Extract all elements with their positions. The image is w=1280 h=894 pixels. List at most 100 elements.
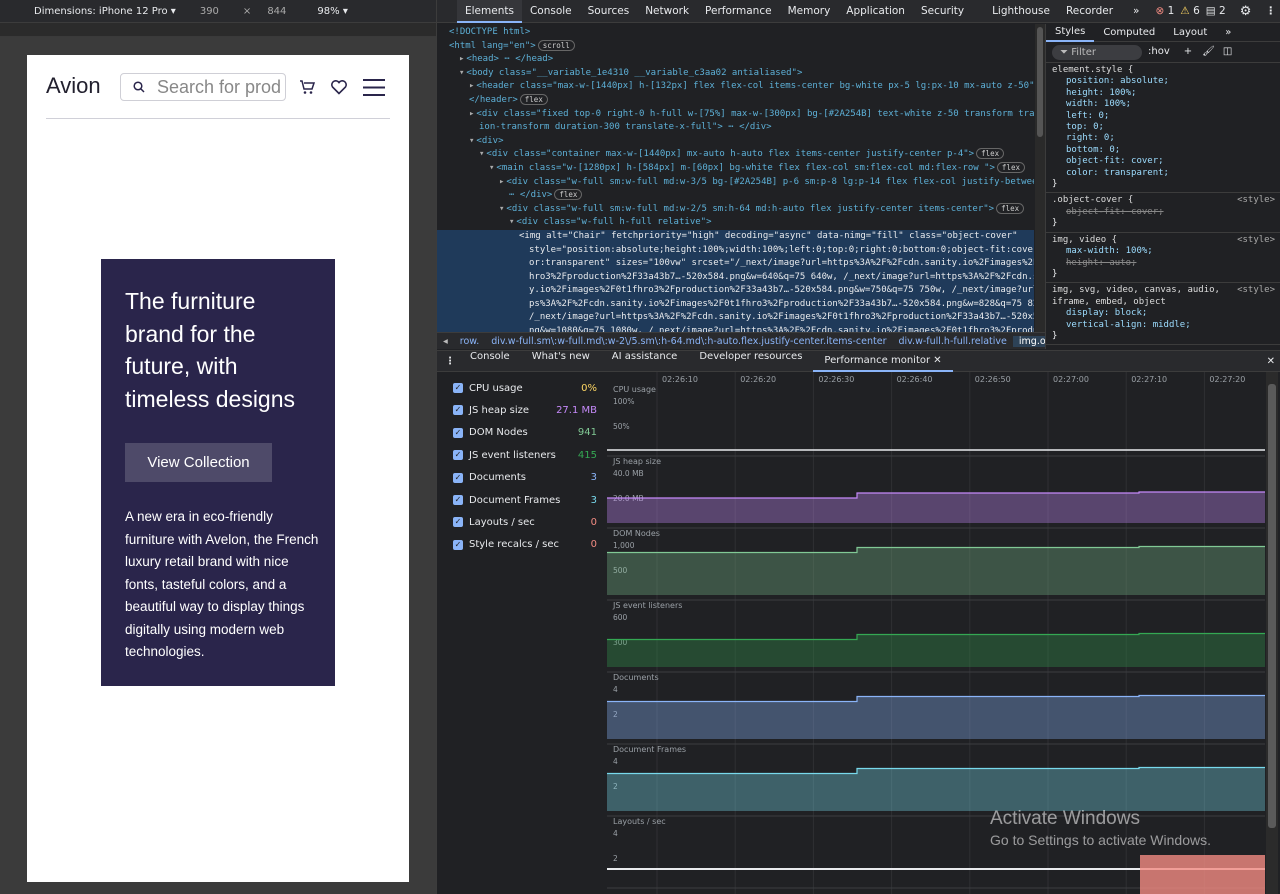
drawer-tab[interactable]: What's new [521,351,601,372]
device-select[interactable]: Dimensions: iPhone 12 Pro ▾ [34,6,176,17]
metric-style-recalcs-sec[interactable]: ✓ Style recalcs / sec 0 [453,536,601,554]
dom-node-line[interactable]: ▾ <main class="w-[1280px] h-[584px] m-[60… [437,161,1034,176]
hov-toggle[interactable]: :hov [1148,46,1170,57]
dom-node-line[interactable]: ▸ <div class="w-full sm:w-full md:w-3/5 b… [437,176,1034,190]
flex-badge[interactable]: flex [996,161,1025,173]
expand-toggle-icon[interactable]: ▾ [459,68,464,78]
dom-node-line[interactable]: ▾ <body class="__variable_1e4310 __variab… [437,67,1034,81]
css-property[interactable]: height: auto; [1052,258,1275,269]
styles-tab-styles[interactable]: Styles [1046,24,1095,42]
tab-application[interactable]: Application [838,0,913,23]
breadcrumb-item[interactable]: row. [454,336,485,347]
tab-lighthouse[interactable]: Lighthouse [984,0,1058,23]
menu-icon[interactable] [363,79,385,96]
dom-node-line[interactable]: <!DOCTYPE html> [437,26,1034,40]
close-drawer-icon[interactable]: ✕ [1256,356,1280,367]
expand-toggle-icon[interactable]: ▾ [489,163,494,173]
tab-security[interactable]: Security [913,0,972,23]
checkbox[interactable]: ✓ [453,517,463,528]
metric-document-frames[interactable]: ✓ Document Frames 3 [453,491,601,509]
drawer-tab[interactable]: AI assistance [601,351,689,372]
flex-badge[interactable]: flex [976,148,1005,160]
dom-node-line[interactable]: style="position:absolute;height:100%;wid… [437,243,1034,258]
css-property[interactable]: right: 0; [1052,133,1275,144]
css-property[interactable]: vertical-align: middle; [1052,320,1275,331]
metric-documents[interactable]: ✓ Documents 3 [453,469,601,487]
styles-filter-input[interactable]: ⏷ Filter [1052,44,1142,60]
expand-toggle-icon[interactable]: ▸ [499,177,504,187]
metric-layouts-sec[interactable]: ✓ Layouts / sec 0 [453,513,601,531]
css-property[interactable]: bottom: 0; [1052,145,1275,156]
checkbox[interactable]: ✓ [453,383,463,393]
expand-toggle-icon[interactable]: ▸ [459,54,464,64]
breadcrumb-item[interactable]: img.object-cover [1012,335,1045,347]
zoom-select[interactable]: 98% ▾ [317,6,347,17]
checkbox[interactable]: ✓ [453,539,463,550]
dom-node-line[interactable]: y.io%2Fimages%2F0t1fhro3%2Fproduction%2F… [437,284,1034,298]
tab-memory[interactable]: Memory [780,0,839,23]
tab-sources[interactable]: Sources [580,0,638,23]
styles-tab-layout[interactable]: Layout [1164,27,1216,38]
expand-toggle-icon[interactable]: ▾ [509,217,514,227]
dom-node-line[interactable]: hro3%2Fproduction%2F33a43b7…-520x584.png… [437,270,1034,285]
css-property[interactable]: object-fit: cover; [1052,207,1275,218]
expand-toggle-icon[interactable]: ▾ [469,136,474,146]
dom-node-line[interactable]: ▸ <div class="fixed top-0 right-0 h-full … [437,108,1034,122]
graph-scrollbar[interactable] [1266,372,1278,894]
dom-node-line[interactable]: ng&w=1080&q=75 1080w, /_next/image?url=h… [437,325,1034,332]
flex-badge[interactable]: flex [554,189,583,201]
site-logo[interactable]: Avion [46,73,101,99]
drawer-menu-icon[interactable]: ⋮ [437,356,459,367]
height-input[interactable]: 844 [267,6,286,17]
dom-node-line[interactable]: ▾ <div> [437,135,1034,149]
more-styles-tabs-icon[interactable]: » [1216,27,1240,38]
tab-performance[interactable]: Performance [697,0,780,23]
flex-badge[interactable]: flex [519,93,548,105]
width-input[interactable]: 390 [200,6,219,17]
css-property[interactable]: display: block; [1052,308,1275,319]
checkbox[interactable]: ✓ [453,405,463,416]
settings-icon[interactable]: ⚙ [1240,4,1252,19]
drawer-tab[interactable]: Console [459,351,521,372]
dom-node-line[interactable]: <img alt="Chair" fetchpriority="high" de… [437,229,1034,244]
css-property[interactable]: left: 0; [1052,111,1275,122]
cart-icon[interactable] [299,79,315,95]
heart-icon[interactable] [330,79,348,95]
metric-js-event-listeners[interactable]: ✓ JS event listeners 415 [453,446,601,464]
dom-node-line[interactable]: ▸ <head> ⋯ </head> [437,53,1034,67]
metric-js-heap-size[interactable]: ✓ JS heap size 27.1 MB [453,401,601,419]
drawer-tab[interactable]: Developer resources [688,351,813,372]
dom-node-line[interactable]: <html lang="en"> scroll [437,39,1034,54]
dom-node-line[interactable]: ion-transform duration-300 translate-x-f… [437,121,1034,135]
breadcrumb-item[interactable]: div.w-full.h-full.relative [893,336,1013,347]
expand-toggle-icon[interactable]: ▸ [469,109,474,119]
breadcrumb-left-icon[interactable]: ◂ [437,336,454,347]
checkbox[interactable]: ✓ [453,427,463,438]
checkbox[interactable]: ✓ [453,472,463,483]
paint-icon[interactable]: 🖌 [1202,46,1215,57]
dom-node-line[interactable]: ▾ <div class="container max-w-[1440px] mx… [437,148,1034,162]
error-count[interactable]: ⊗ 1 [1155,5,1174,17]
warning-count[interactable]: ⚠ 6 [1180,5,1199,17]
more-options-icon[interactable]: ⋮ [1265,5,1276,17]
add-rule-icon[interactable]: + [1184,46,1192,57]
dom-node-line[interactable]: ▾ <div class="w-full sm:w-full md:w-2/5 s… [437,202,1034,217]
breadcrumb-item[interactable]: div.w-full.sm\:w-full.md\:w-2\/5.sm\:h-6… [485,336,892,347]
expand-toggle-icon[interactable]: ▾ [479,149,484,159]
css-property[interactable]: object-fit: cover; [1052,156,1275,167]
css-property[interactable]: width: 100%; [1052,99,1275,110]
close-tab-icon[interactable]: ✕ [930,355,941,366]
rule-source-link[interactable]: <style> [1237,235,1275,246]
styles-tab-computed[interactable]: Computed [1094,27,1164,38]
tab-network[interactable]: Network [637,0,697,23]
drawer-tab[interactable]: Performance monitor ✕ [813,351,953,372]
toggle-sidebar-icon[interactable]: ◫ [1223,46,1232,57]
rule-source-link[interactable]: <style> [1237,285,1275,296]
dom-node-line[interactable]: ⋯ </div> flex [437,189,1034,203]
css-property[interactable]: color: transparent; [1052,168,1275,179]
tab-recorder[interactable]: Recorder [1058,0,1121,23]
css-property[interactable]: position: absolute; [1052,76,1275,87]
expand-toggle-icon[interactable]: ▾ [499,204,504,214]
metric-dom-nodes[interactable]: ✓ DOM Nodes 941 [453,424,601,442]
css-property[interactable]: top: 0; [1052,122,1275,133]
